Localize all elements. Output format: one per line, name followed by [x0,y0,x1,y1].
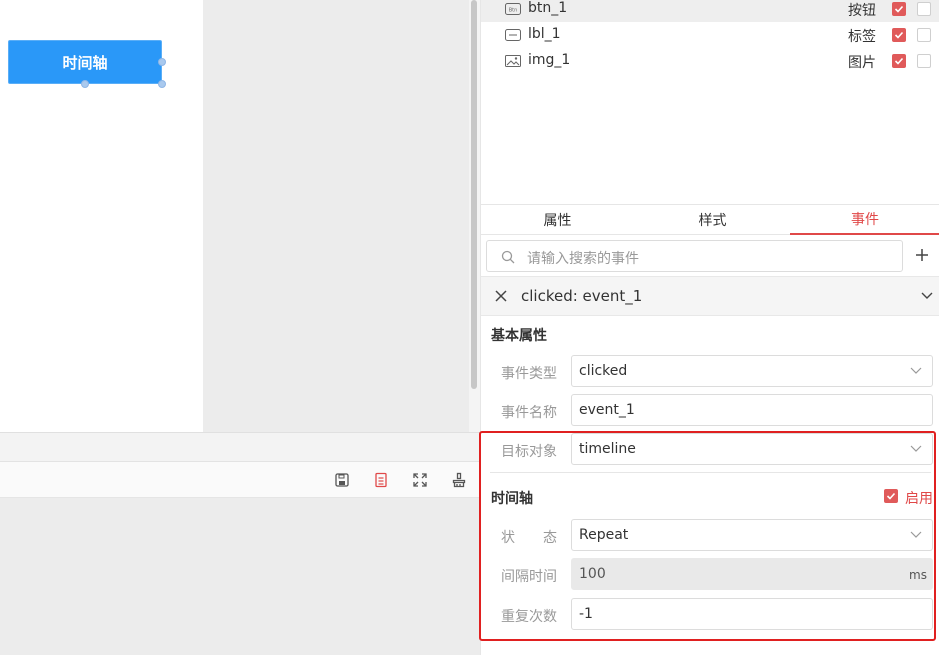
canvas-timeline-button[interactable]: 时间轴 [8,40,162,84]
tab-events[interactable]: 事件 [790,205,939,235]
event-type-select[interactable]: clicked [571,355,933,387]
repeat-count-label: 重复次数 [501,609,557,625]
widget-type: 图片 [848,55,876,71]
canvas-background [203,0,469,432]
section-divider [490,472,931,473]
timeline-enable-checkbox[interactable] [884,489,898,503]
canvas-status-bar [0,432,480,462]
add-event-button[interactable] [911,242,933,268]
image-widget-icon [505,55,521,67]
search-icon [501,250,515,264]
widget-name: img_1 [528,52,571,68]
resize-handle-bottom[interactable] [81,80,89,88]
widget-visible-checkbox[interactable] [892,2,906,16]
clean-brush-icon[interactable] [450,471,468,489]
widget-row-lbl-1[interactable]: lbl_1 标签 [481,22,939,48]
repeat-count-value: -1 [579,606,593,622]
event-name-value: event_1 [579,402,635,418]
timeline-enable-label: 启用 [905,491,933,507]
state-label: 状 态 [501,530,557,546]
state-value: Repeat [579,527,629,543]
interval-input: 100 ms [571,558,933,590]
widget-visible-checkbox[interactable] [892,28,906,42]
widget-row-btn-1[interactable]: Btn btn_1 按钮 [481,0,939,22]
close-icon[interactable] [495,290,507,302]
event-name-label: 事件名称 [501,405,557,421]
chevron-down-icon [910,531,922,538]
save-icon[interactable] [333,471,351,489]
svg-text:Btn: Btn [509,8,518,14]
check-icon [886,492,896,500]
event-search-input[interactable]: 请输入搜索的事件 [486,240,903,272]
bottom-toolbar [0,462,480,498]
properties-panel: Btn btn_1 按钮 lbl_1 标签 img_1 图片 属性 样式 事件 … [480,0,939,655]
widget-row-img-1[interactable]: img_1 图片 [481,48,939,74]
tab-label: 事件 [851,212,879,228]
label-widget-icon [505,29,521,41]
target-object-value: timeline [579,441,636,457]
event-header[interactable]: clicked: event_1 [481,276,939,316]
scrollbar-thumb[interactable] [471,0,477,389]
event-title: clicked: event_1 [521,287,643,305]
widget-name: btn_1 [528,0,568,16]
target-object-select[interactable]: timeline [571,433,933,465]
tab-label: 样式 [698,213,727,229]
event-type-value: clicked [579,363,628,379]
target-object-label: 目标对象 [501,444,557,460]
widget-lock-checkbox[interactable] [917,2,931,16]
widget-lock-checkbox[interactable] [917,28,931,42]
repeat-count-input[interactable]: -1 [571,598,933,630]
interval-unit: ms [909,568,927,582]
tab-label: 属性 [543,213,572,229]
tab-style[interactable]: 样式 [636,205,789,235]
state-select[interactable]: Repeat [571,519,933,551]
widget-type: 按钮 [848,3,876,19]
event-name-input[interactable]: event_1 [571,394,933,426]
widget-visible-checkbox[interactable] [892,54,906,68]
tab-properties[interactable]: 属性 [481,205,634,235]
search-placeholder: 请输入搜索的事件 [527,251,639,267]
event-type-label: 事件类型 [501,366,557,382]
chevron-down-icon[interactable] [921,292,933,300]
output-panel [0,498,480,655]
chevron-down-icon [910,367,922,374]
widget-type: 标签 [848,29,876,45]
fullscreen-icon[interactable] [411,471,429,489]
widget-name: lbl_1 [528,26,561,42]
plus-icon [916,249,928,261]
interval-value: 100 [579,566,606,582]
widget-lock-checkbox[interactable] [917,54,931,68]
interval-label: 间隔时间 [501,569,557,585]
canvas-button-label: 时间轴 [62,53,108,72]
basic-section-title: 基本属性 [491,328,547,344]
panel-tabs: 属性 样式 事件 [481,204,939,235]
document-icon[interactable] [372,471,390,489]
resize-handle-bottom-right[interactable] [158,80,166,88]
resize-handle-right[interactable] [158,58,166,66]
chevron-down-icon [910,445,922,452]
button-widget-icon: Btn [505,3,521,15]
timeline-section-title: 时间轴 [491,491,533,507]
